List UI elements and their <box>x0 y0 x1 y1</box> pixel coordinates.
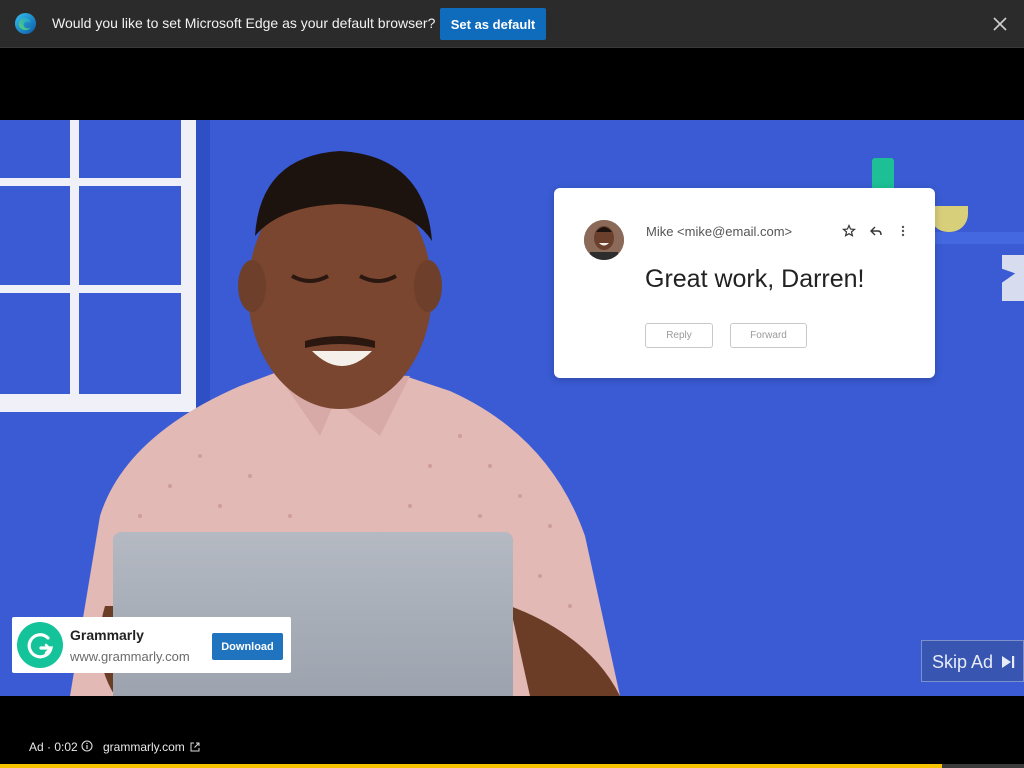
advertiser-name: Grammarly <box>70 627 144 643</box>
skip-ad-label: Skip Ad <box>932 652 994 672</box>
video-player[interactable]: Mike <mike@email.com> Great work, Darren… <box>0 120 1024 696</box>
info-icon[interactable] <box>81 740 93 752</box>
ad-info-bar: Ad · 0:02 grammarly.com <box>0 696 1024 768</box>
download-button[interactable]: Download <box>212 633 283 660</box>
sender-avatar <box>584 220 624 260</box>
external-link-icon <box>190 742 200 752</box>
ad-progress-track[interactable] <box>0 764 1024 768</box>
forward-button[interactable]: Forward <box>730 323 807 348</box>
close-icon[interactable] <box>990 14 1010 34</box>
more-vertical-icon[interactable] <box>896 224 910 238</box>
skip-ad-button[interactable]: Skip Ad <box>921 640 1024 682</box>
email-sender: Mike <mike@email.com> <box>646 224 793 239</box>
email-preview-card: Mike <mike@email.com> Great work, Darren… <box>554 188 935 378</box>
reply-icon[interactable] <box>869 224 883 238</box>
ad-progress-fill <box>0 764 943 768</box>
edge-logo-icon <box>14 12 37 35</box>
shelf-bowl <box>930 206 968 232</box>
advertiser-card[interactable]: Grammarly www.grammarly.com Download <box>12 617 291 673</box>
skip-next-icon <box>1002 656 1015 668</box>
default-browser-message: Would you like to set Microsoft Edge as … <box>52 15 436 31</box>
grammarly-logo-icon <box>17 622 63 668</box>
video-letterbox-top <box>0 48 1024 120</box>
set-as-default-button[interactable]: Set as default <box>440 8 546 40</box>
edge-default-browser-bar: Would you like to set Microsoft Edge as … <box>0 0 1024 48</box>
wall-shelf <box>935 232 1024 244</box>
shelf-bracket <box>1002 255 1024 301</box>
shelf-cup <box>872 158 894 192</box>
reply-button[interactable]: Reply <box>645 323 713 348</box>
star-icon[interactable] <box>842 224 856 238</box>
advertiser-domain-link[interactable]: grammarly.com <box>103 740 185 754</box>
email-subject: Great work, Darren! <box>645 265 865 293</box>
ad-timer: Ad · 0:02 <box>29 740 78 754</box>
advertiser-url: www.grammarly.com <box>70 649 190 664</box>
